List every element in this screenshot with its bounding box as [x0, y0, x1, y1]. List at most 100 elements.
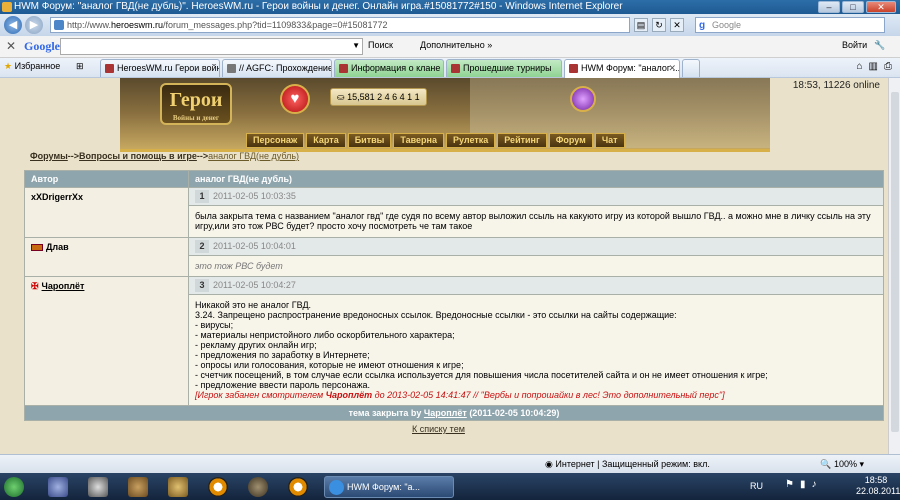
star-icon: ★ [4, 61, 13, 71]
network-icon[interactable]: ▮ [800, 479, 806, 490]
quick-tabs-icon[interactable]: ⊞ [76, 61, 84, 72]
window-title: HWM Форум: "аналог ГВД(не дубль)". Heroe… [14, 1, 623, 12]
language-indicator[interactable]: RU [750, 481, 763, 491]
maximize-button[interactable]: □ [842, 1, 864, 13]
tab-site-icon [105, 64, 114, 73]
table-row: xXDrigerrXx 1 2011-02-05 10:03:35 [24, 187, 884, 238]
refresh-icon[interactable]: ↻ [652, 18, 666, 32]
author-link[interactable]: Длав [46, 242, 69, 252]
post-text: это тож РВС будет [188, 255, 884, 277]
pinned-app-icon[interactable] [88, 477, 108, 497]
google-more-button[interactable]: Дополнительно » [420, 40, 492, 50]
menu-chat[interactable]: Чат [594, 133, 625, 148]
breadcrumb-forums-link[interactable]: Форумы [30, 151, 68, 161]
game-logo[interactable]: Герои Войны и денег [160, 83, 232, 125]
wrench-icon[interactable]: 🔧 [874, 40, 885, 51]
menu-roulette[interactable]: Рулетка [445, 133, 496, 148]
chevron-down-icon[interactable]: ▼ [352, 41, 360, 50]
taskbar-ie-window[interactable]: HWM Форум: "а... [324, 476, 454, 498]
google-search-button[interactable]: Поиск [368, 40, 393, 50]
favorites-button[interactable]: ★ Избранное [4, 61, 60, 72]
menu-rating[interactable]: Рейтинг [497, 133, 547, 148]
close-toolbar-icon[interactable]: ✕ [6, 39, 16, 53]
tab-clan-info[interactable]: Информация о клане [334, 59, 444, 77]
ie-icon [2, 2, 12, 12]
ban-notice: [Игрок забанен смотрителем Чароплёт до 2… [195, 390, 725, 400]
ie-icon [329, 480, 344, 495]
google-icon: g [699, 20, 706, 31]
favorites-bar: ★ Избранное ⊞ HeroesWM.ru Герои войн... … [0, 58, 900, 78]
menu-tavern[interactable]: Таверна [393, 133, 444, 148]
security-zone[interactable]: ◉ Интернет | Защищенный режим: вкл. [545, 455, 710, 473]
tab-forum-active[interactable]: HWM Форум: "аналог ... ✕ [564, 59, 680, 78]
closer-link[interactable]: Чароплёт [424, 408, 467, 418]
zoom-level[interactable]: 🔍 100% ▾ [820, 455, 864, 473]
window-titlebar: HWM Форум: "аналог ГВД(не дубль)". Heroe… [0, 0, 900, 14]
breadcrumb-topic-link[interactable]: аналог ГВД(не дубль) [208, 151, 299, 161]
status-bar: ◉ Интернет | Защищенный режим: вкл. 🔍 10… [0, 454, 900, 473]
pinned-app-icon[interactable] [288, 477, 308, 497]
pinned-app-icon[interactable] [48, 477, 68, 497]
mana-orb-icon [570, 86, 596, 112]
tab-site-icon [451, 64, 460, 73]
google-logo: Google [24, 39, 60, 53]
gold-icon: ⛀ [337, 92, 345, 102]
post-meta: 1 2011-02-05 10:03:35 [188, 187, 884, 206]
menu-map[interactable]: Карта [306, 133, 346, 148]
search-box[interactable]: g Google [695, 17, 885, 33]
address-input[interactable]: http://www.heroeswm.ru/forum_messages.ph… [50, 17, 630, 33]
address-toolbar: ◀ ▶ http://www.heroeswm.ru/forum_message… [0, 14, 900, 36]
feeds-icon[interactable]: ▥ [869, 61, 878, 72]
pinned-app-icon[interactable] [128, 477, 148, 497]
tab-site-icon [227, 64, 236, 73]
post-date: 2011-02-05 10:04:01 [213, 241, 296, 251]
start-orb-icon[interactable] [4, 477, 24, 497]
page-icon [54, 20, 64, 30]
home-icon[interactable]: ⌂ [857, 61, 863, 72]
compat-view-icon[interactable]: ▤ [634, 18, 648, 32]
forward-button[interactable]: ▶ [25, 16, 43, 34]
close-tab-icon[interactable]: ✕ [668, 60, 676, 77]
post-meta: 3 2011-02-05 10:04:27 [188, 276, 884, 295]
post-date: 2011-02-05 10:03:35 [213, 191, 296, 201]
flag-icon[interactable]: ✠ [31, 281, 39, 291]
tab-agfc[interactable]: // AGFC: Прохождение ка... [222, 59, 332, 77]
menu-character[interactable]: Персонаж [246, 133, 305, 148]
tab-tournaments[interactable]: Прошедшие турниры [446, 59, 562, 77]
scroll-thumb[interactable] [891, 92, 899, 432]
stop-icon[interactable]: ✕ [670, 18, 684, 32]
google-toolbar: ✕ Google ▼ Поиск Дополнительно » Войти 🔧 [0, 36, 900, 58]
moderator-link[interactable]: Чароплёт [326, 390, 372, 400]
pinned-app-icon[interactable] [248, 477, 268, 497]
topic-closed-row: тема закрыта by Чароплёт (2011-02-05 10:… [24, 405, 884, 421]
vertical-scrollbar[interactable] [888, 78, 900, 454]
menu-forum[interactable]: Форум [548, 133, 593, 148]
pinned-app-icon[interactable] [208, 477, 228, 497]
post-number[interactable]: 3 [195, 279, 209, 292]
new-tab-button[interactable] [682, 59, 700, 77]
post-number[interactable]: 1 [195, 190, 209, 203]
tab-heroeswm[interactable]: HeroesWM.ru Герои войн... [100, 59, 220, 77]
flag-tray-icon[interactable]: ⚑ [785, 479, 794, 490]
clock[interactable]: 18:58 22.08.2011 [856, 475, 900, 497]
post-number[interactable]: 2 [195, 240, 209, 253]
google-login-button[interactable]: Войти [842, 40, 867, 50]
post-author: xXDrigerrXx [24, 187, 189, 238]
clan-badge-icon[interactable] [31, 244, 43, 252]
google-search-input[interactable]: ▼ [60, 38, 363, 55]
print-icon[interactable]: ⎙ [884, 61, 892, 72]
menu-battles[interactable]: Битвы [347, 133, 392, 148]
back-button[interactable]: ◀ [4, 16, 22, 34]
volume-icon[interactable]: ♪ [811, 479, 816, 490]
topic-closed-notice: тема закрыта by Чароплёт (2011-02-05 10:… [24, 405, 884, 421]
author-link[interactable]: Чароплёт [42, 281, 85, 291]
author-link[interactable]: xXDrigerrXx [31, 192, 83, 202]
pinned-app-icon[interactable] [168, 477, 188, 497]
minimize-button[interactable]: – [818, 1, 840, 13]
back-to-topics-link[interactable]: К списку тем [412, 424, 465, 434]
forum-thread-table: Автор аналог ГВД(не дубль) xXDrigerrXx 1… [24, 170, 884, 421]
breadcrumb-section-link[interactable]: Вопросы и помощь в игре [79, 151, 197, 161]
game-menu: Персонаж Карта Битвы Таверна Рулетка Рей… [246, 133, 625, 148]
close-window-button[interactable]: ✕ [866, 1, 896, 13]
post-author: ✠ Чароплёт [24, 276, 189, 406]
